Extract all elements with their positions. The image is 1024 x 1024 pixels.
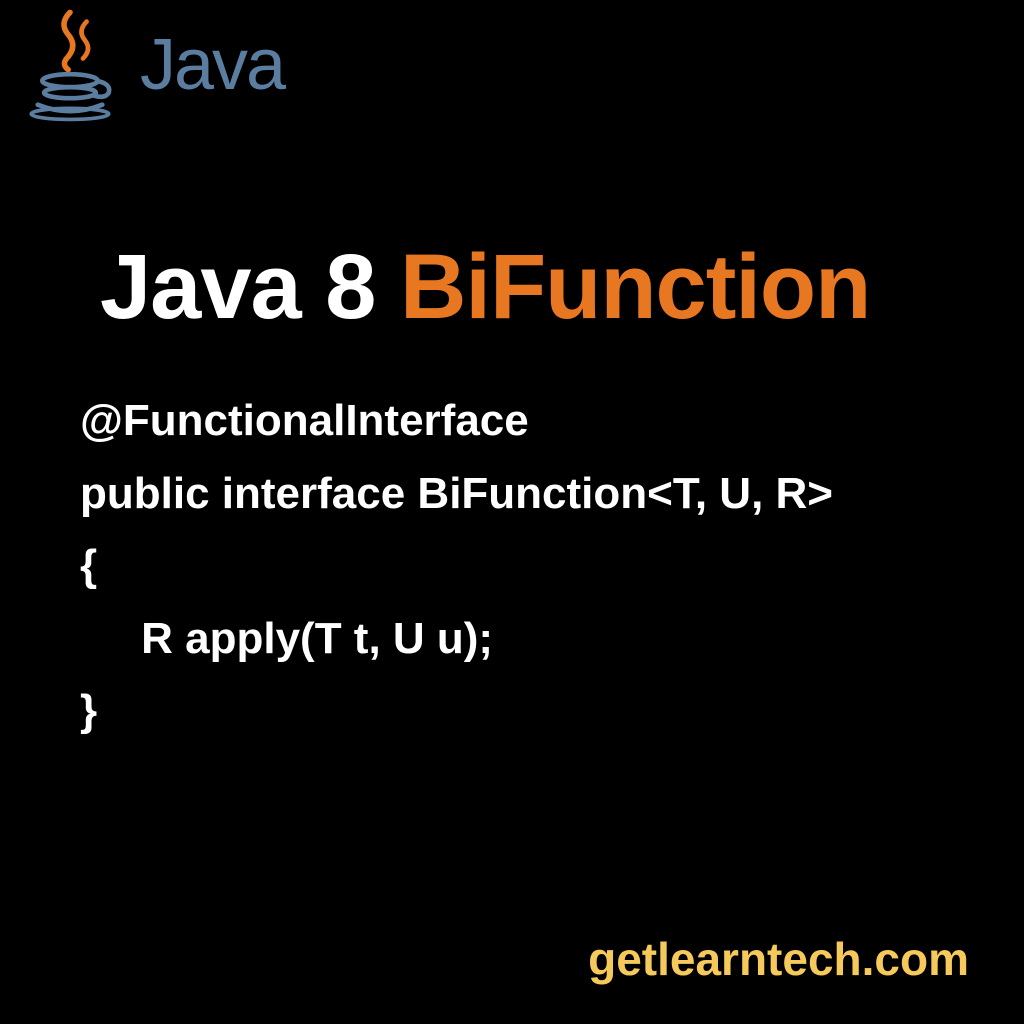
java-logo-icon (20, 5, 120, 125)
title-part-white: Java 8 (100, 236, 400, 338)
code-block: @FunctionalInterfacepublic interface BiF… (80, 385, 833, 748)
code-line-2: public interface BiFunction<T, U, R> (80, 458, 833, 531)
code-line-4: R apply(T t, U u); (80, 603, 833, 676)
code-line-5: } (80, 675, 833, 748)
footer-url: getlearntech.com (588, 932, 969, 986)
code-line-3: { (80, 530, 833, 603)
logo-text: Java (140, 24, 284, 106)
code-line-1: @FunctionalInterface (80, 385, 833, 458)
logo-area: Java (20, 5, 284, 125)
main-title: Java 8 BiFunction (100, 235, 870, 340)
title-part-orange: BiFunction (400, 236, 870, 338)
